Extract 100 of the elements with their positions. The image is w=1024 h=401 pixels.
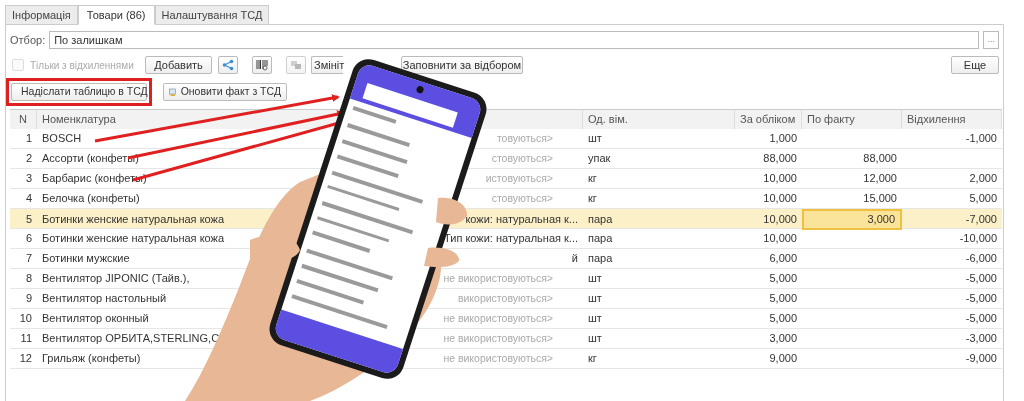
table-cell-text: шт [588, 311, 602, 327]
action-button[interactable]: Оновити факт з ТСД [163, 83, 287, 101]
table-cell-text: стовуються> [491, 150, 553, 166]
table-cell-text: 9,000 [769, 351, 797, 367]
table-cell-text: 11 [20, 331, 32, 347]
column-header: N [19, 112, 27, 128]
toolbar-button[interactable]: Змініт [311, 56, 343, 74]
table-cell-text: 8 [25, 271, 32, 287]
column-header: Відхилення [907, 112, 966, 128]
table-cell-text: стовуються> [491, 190, 553, 206]
table-cell-text: истовуються> [485, 170, 553, 186]
table-cell-text: кг [588, 171, 597, 187]
table-cell-text: -7,000 [965, 212, 997, 227]
table-cell-text: 5,000 [769, 311, 797, 327]
table-cell-text: кг [588, 191, 597, 207]
column-header: По факту [807, 112, 855, 128]
table-cell-text: 5,000 [769, 291, 797, 307]
table-cell-text: 9 [25, 291, 32, 307]
table-cell-text: й [571, 251, 578, 267]
column-header: За обліком [740, 112, 796, 128]
table-cell-text: пара [588, 231, 613, 247]
barcode-button[interactable] [252, 56, 272, 74]
table-cell-text: 3 [25, 171, 32, 187]
table-cell-text: 15,000 [863, 191, 897, 207]
table-cell-text: не використовуються> [443, 310, 553, 326]
table-cell-text: 88,000 [863, 151, 897, 167]
select-button[interactable]: ... [983, 31, 999, 49]
table-cell-text: Вентилятор оконный [42, 311, 149, 327]
table-cell-text: 10,000 [763, 212, 797, 227]
table-cell-text: 2,000 [969, 171, 997, 187]
table-cell-text: 12 [19, 351, 32, 367]
table-cell-text: 10,000 [763, 231, 797, 247]
toolbar-button[interactable]: Заповнити за відбором [401, 56, 523, 74]
share-icon [222, 59, 234, 71]
table-cell-text: упак [588, 151, 611, 167]
refresh-icon [169, 85, 177, 99]
table-cell-text: 10,000 [763, 191, 797, 207]
table-cell-text: кг [588, 351, 597, 367]
table-cell-text: BOSCH [42, 131, 82, 147]
table-cell-text: 88,000 [763, 151, 797, 167]
table-cell-text: Тип кожи: натуральная к... [444, 231, 578, 247]
table-cell-text: не використовуються> [443, 330, 553, 346]
table-cell-text: шт [588, 271, 602, 287]
table-cell-text: 5 [25, 212, 32, 227]
table-cell-text: Ассорти (конфеты) [42, 151, 139, 167]
table-cell-text: Ботинки мужские [42, 251, 130, 267]
table-cell-text: 12,000 [863, 171, 897, 187]
table-cell-text: Грильяж (конфеты) [42, 351, 141, 367]
filter-value: По залишкам [54, 32, 123, 48]
table-cell-text: шт [588, 291, 602, 307]
table-cell-text: -5,000 [965, 291, 997, 307]
toolbar-button[interactable]: Добавить [145, 56, 212, 74]
table-cell-text: пара [588, 251, 613, 267]
table-cell-text: шт [588, 131, 602, 147]
table-cell-text: 1 [25, 131, 32, 147]
filter-field[interactable]: По залишкам [49, 31, 980, 49]
copy-icon [290, 59, 302, 71]
share-button[interactable] [218, 56, 238, 74]
table-cell-text: кожи: натуральная к... [465, 212, 578, 227]
table-cell-text: 10 [19, 311, 32, 327]
table-cell-text: не використовуються> [443, 350, 553, 366]
tab[interactable]: Товари (86) [77, 5, 155, 25]
filter-label: Отбор: [10, 32, 46, 48]
column-header: Номенклатура [42, 112, 116, 128]
table-cell-text: -6,000 [965, 251, 997, 267]
table-cell-text: 10,000 [763, 171, 797, 187]
more-button[interactable]: Еще [951, 56, 999, 74]
table-cell-text: -1,000 [965, 131, 997, 147]
table-cell-text: 5,000 [769, 271, 797, 287]
table-cell-text: 5,000 [969, 191, 997, 207]
table-cell-text: -5,000 [965, 271, 997, 287]
copy-button[interactable] [286, 56, 306, 74]
table-cell-text: 6,000 [769, 251, 797, 267]
table-cell-text: Белочка (конфеты) [42, 191, 140, 207]
active-cell[interactable]: 3,000 [802, 209, 902, 230]
table-cell-text: Вентилятор настольный [42, 291, 167, 307]
table-cell-text: не використовуються> [443, 270, 553, 286]
table-cell-text: Вентилятор JIPONIC (Тайв.), [42, 271, 190, 287]
table-cell-text: Ботинки женские натуральная кожа [42, 231, 225, 247]
table-cell-text: товуються> [496, 130, 553, 146]
table-cell-text: 4 [25, 191, 32, 207]
table-cell-text: -10,000 [959, 231, 997, 247]
table-cell-text: -3,000 [965, 331, 997, 347]
checkbox-label: Тільки з відхиленнями [30, 58, 134, 73]
table-cell-text: -5,000 [965, 311, 997, 327]
table-cell-text: Вентилятор ОРБИТА,STERLING,С [42, 331, 220, 347]
table-cell-text: 2 [25, 151, 32, 167]
tab[interactable]: Інформація [5, 5, 78, 25]
table-cell-text: 6 [25, 231, 32, 247]
table-cell-text: Ботинки женские натуральная кожа [42, 212, 225, 227]
table-cell-text: використовуються> [457, 290, 553, 306]
tab[interactable]: Налаштування ТСД [154, 5, 270, 25]
barcode-icon [256, 59, 268, 71]
action-button[interactable]: Надіслати таблицю в ТСД [11, 83, 147, 101]
table-cell-text: пара [588, 212, 613, 227]
table-cell-text: 7 [25, 251, 32, 267]
column-header: Од. вім. [588, 112, 628, 128]
table-cell-text: 3,000 [769, 331, 797, 347]
table-cell-text: -9,000 [965, 351, 997, 367]
table-cell-text: 1,000 [769, 131, 797, 147]
